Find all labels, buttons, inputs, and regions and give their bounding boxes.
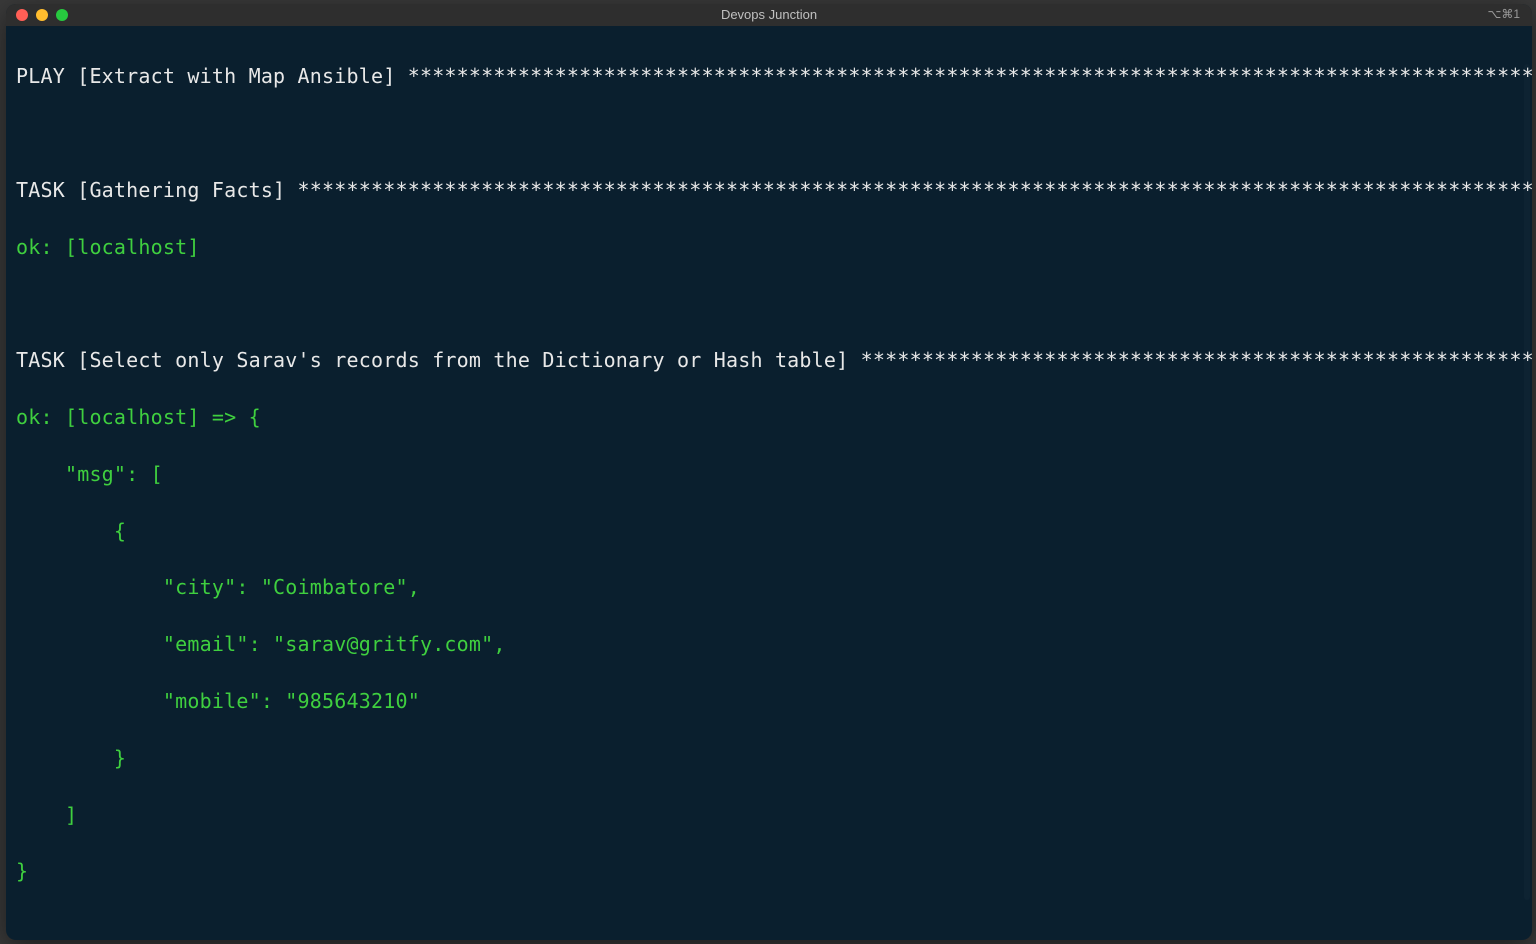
scrollbar[interactable]	[1524, 64, 1530, 900]
titlebar[interactable]: Devops Junction ⌥⌘1	[6, 4, 1532, 26]
terminal-output[interactable]: PLAY [Extract with Map Ansible] ********…	[6, 26, 1532, 940]
window-shortcut: ⌥⌘1	[1487, 6, 1520, 23]
task-sarav: TASK [Select only Sarav's records from t…	[16, 346, 1522, 374]
task-gathering-facts: TASK [Gathering Facts] *****************…	[16, 176, 1522, 204]
close-icon[interactable]	[16, 9, 28, 21]
play-header: PLAY [Extract with Map Ansible] ********…	[16, 62, 1522, 90]
record-close: }	[16, 744, 1522, 772]
city-line: "city": "Coimbatore",	[16, 573, 1522, 601]
block-close: }	[16, 857, 1522, 885]
mobile-line: "mobile": "985643210"	[16, 687, 1522, 715]
ok-localhost-open: ok: [localhost] => {	[16, 403, 1522, 431]
terminal-window: Devops Junction ⌥⌘1 PLAY [Extract with M…	[6, 4, 1532, 940]
ok-localhost: ok: [localhost]	[16, 233, 1522, 261]
msg-open: "msg": [	[16, 460, 1522, 488]
msg-close: ]	[16, 801, 1522, 829]
minimize-icon[interactable]	[36, 9, 48, 21]
email-line: "email": "sarav@gritfy.com",	[16, 630, 1522, 658]
record-open: {	[16, 517, 1522, 545]
traffic-lights	[6, 9, 68, 21]
maximize-icon[interactable]	[56, 9, 68, 21]
window-title: Devops Junction	[721, 6, 817, 24]
